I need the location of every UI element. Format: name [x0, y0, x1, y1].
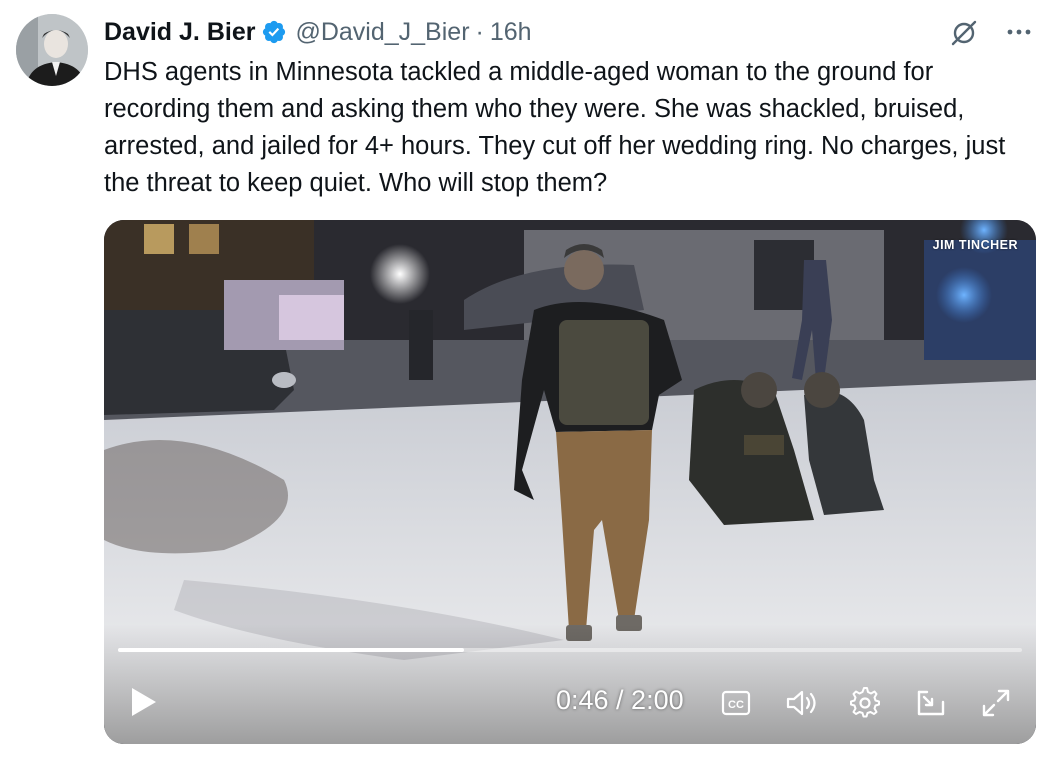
- tweet-text: DHS agents in Minnesota tackled a middle…: [104, 58, 1006, 197]
- video-timecode: 0:46 / 2:00: [556, 685, 684, 715]
- separator-dot: ·: [475, 17, 484, 46]
- fullscreen-icon[interactable]: [981, 688, 1011, 718]
- progress-bar-fill: [118, 648, 465, 652]
- play-icon[interactable]: [130, 686, 158, 718]
- avatar[interactable]: [16, 14, 88, 86]
- tweet-top-actions: [948, 16, 1034, 48]
- author-handle[interactable]: @David_J_Bier: [295, 18, 469, 47]
- controls-gradient: [104, 624, 1036, 744]
- video-player[interactable]: JIM TINCHER 0:46 / 2:00 CC: [104, 220, 1036, 744]
- more-options-icon[interactable]: [1004, 17, 1034, 47]
- progress-bar[interactable]: [118, 648, 1022, 652]
- picture-in-picture-icon[interactable]: [915, 688, 947, 718]
- video-watermark: JIM TINCHER: [932, 238, 1018, 252]
- closed-captions-icon[interactable]: CC: [721, 690, 751, 716]
- volume-icon[interactable]: [785, 688, 819, 718]
- timestamp[interactable]: 16h: [490, 18, 532, 47]
- avatar-image: [16, 14, 88, 86]
- settings-gear-icon[interactable]: [849, 687, 881, 719]
- tweet: David J. Bier @David_J_Bier · 16h DHS ag…: [0, 0, 1056, 762]
- author-name[interactable]: David J. Bier: [104, 18, 255, 47]
- tweet-header: David J. Bier @David_J_Bier · 16h: [104, 14, 532, 50]
- verified-badge-icon[interactable]: [261, 19, 287, 45]
- svg-text:CC: CC: [728, 699, 744, 711]
- grok-icon[interactable]: [948, 16, 980, 48]
